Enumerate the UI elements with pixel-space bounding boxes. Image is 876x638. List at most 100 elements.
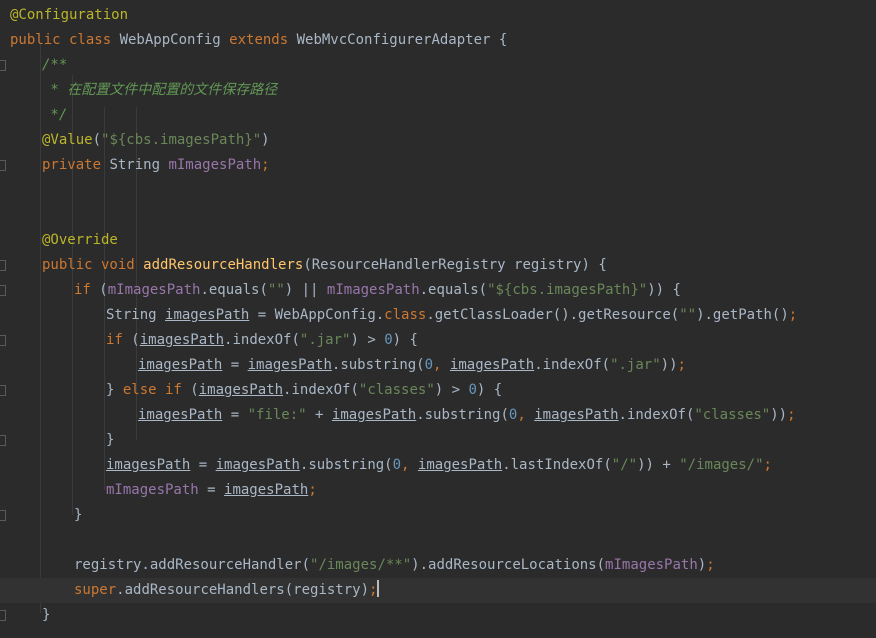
fold-marker-icon[interactable]	[0, 510, 6, 521]
code-line[interactable]: }	[0, 603, 876, 628]
code-token: ,	[401, 457, 418, 473]
fold-marker-icon[interactable]	[0, 60, 6, 71]
code-token: @Configuration	[10, 7, 129, 23]
fold-marker-icon[interactable]	[0, 435, 6, 446]
code-token: .indexOf(	[618, 407, 695, 423]
fold-marker-icon[interactable]	[0, 610, 6, 621]
code-token: (ResourceHandlerRegistry registry) {	[303, 257, 607, 273]
code-token: WebMvcConfigurerAdapter {	[296, 32, 508, 48]
code-line[interactable]: public void addResourceHandlers(Resource…	[0, 253, 876, 278]
code-token: super	[74, 582, 117, 598]
code-token: .substring(	[299, 457, 393, 473]
code-line[interactable]: } else if (imagesPath.indexOf("classes")…	[0, 378, 876, 403]
code-token: ))	[660, 357, 678, 373]
code-token: class	[384, 307, 427, 323]
code-token: @Override	[42, 232, 118, 248]
code-token: ).getPath()	[696, 307, 789, 323]
code-token: "/images/"	[679, 457, 764, 473]
code-line[interactable]: * 在配置文件中配置的文件保存路径	[0, 78, 876, 103]
code-token: ))	[770, 407, 788, 423]
code-token: .equals(	[200, 282, 268, 298]
fold-marker-icon[interactable]	[0, 385, 6, 396]
code-line[interactable]	[0, 178, 876, 203]
code-token: imagesPath	[224, 482, 309, 498]
code-line[interactable]: }	[0, 428, 876, 453]
code-token: WebAppConfig	[119, 32, 230, 48]
code-token: )	[697, 557, 707, 573]
code-line[interactable]: mImagesPath = imagesPath;	[0, 478, 876, 503]
code-token: extends	[229, 32, 297, 48]
code-token: "classes"	[694, 407, 771, 423]
code-line[interactable]: String imagesPath = WebAppConfig.class.g…	[0, 303, 876, 328]
code-token: .substring(	[416, 407, 509, 423]
code-token: "file:"	[247, 407, 307, 423]
code-line[interactable]: @Value("${cbs.imagesPath}")	[0, 128, 876, 153]
code-token: .addResourceHandlers(registry)	[116, 582, 370, 598]
code-token: imagesPath	[417, 457, 503, 473]
code-token: }	[106, 382, 123, 398]
code-token: ) {	[392, 332, 418, 348]
code-token: (	[99, 282, 108, 298]
code-token: 0	[424, 357, 434, 373]
code-line[interactable]: if (imagesPath.indexOf(".jar") > 0) {	[0, 328, 876, 353]
code-token: =	[222, 407, 248, 423]
code-token: * 在配置文件中配置的文件保存路径	[42, 82, 278, 98]
code-line[interactable]	[0, 528, 876, 553]
code-token: ) {	[476, 382, 503, 398]
code-token: mImagesPath	[106, 482, 199, 498]
code-token: ".jar"	[610, 357, 661, 373]
code-token: .indexOf(	[283, 382, 359, 398]
code-token: imagesPath	[139, 332, 225, 348]
code-token: if	[74, 282, 100, 298]
code-token: =	[190, 457, 216, 473]
code-line[interactable]: registry.addResourceHandler("/images/**"…	[0, 553, 876, 578]
code-token: imagesPath	[138, 407, 223, 423]
code-token: addResourceHandlers	[143, 257, 304, 273]
code-token: ;	[763, 457, 772, 473]
code-token: /**	[42, 57, 68, 73]
code-line[interactable]: if (mImagesPath.equals("") || mImagesPat…	[0, 278, 876, 303]
code-token: ;	[677, 357, 686, 373]
code-token: private	[42, 157, 110, 173]
code-line[interactable]: private String mImagesPath;	[0, 153, 876, 178]
code-token: "/"	[611, 457, 638, 473]
code-line[interactable]: super.addResourceHandlers(registry);	[0, 578, 876, 603]
code-token: String	[106, 307, 166, 323]
code-token: public void	[42, 257, 144, 273]
code-token: }	[42, 607, 51, 623]
code-line[interactable]: imagesPath = "file:" + imagesPath .substr…	[0, 403, 876, 428]
code-token: ""	[679, 307, 697, 323]
code-token: = WebAppConfig.	[249, 307, 385, 323]
code-token: "/images/**"	[310, 557, 412, 573]
code-line[interactable]: @Override	[0, 228, 876, 253]
code-line[interactable]: @Configuration	[0, 3, 876, 28]
code-line[interactable]: imagesPath = imagesPath.substring(0, ima…	[0, 453, 876, 478]
code-token: mImagesPath	[168, 157, 262, 173]
code-token: )	[261, 132, 270, 148]
code-token: .indexOf(	[534, 357, 611, 373]
fold-marker-icon[interactable]	[0, 335, 6, 346]
fold-marker-icon[interactable]	[0, 160, 6, 171]
code-line[interactable]: public class WebAppConfig extends WebMvc…	[0, 28, 876, 53]
code-token: imagesPath	[138, 357, 223, 373]
code-line[interactable]: */	[0, 103, 876, 128]
code-token: .equals(	[419, 282, 488, 298]
fold-marker-icon[interactable]	[0, 285, 6, 296]
code-token: .getClassLoader().getResource(	[426, 307, 680, 323]
code-token: imagesPath	[534, 407, 619, 423]
code-line[interactable]: imagesPath = imagesPath.substring(0, ima…	[0, 353, 876, 378]
code-editor[interactable]: @Configuration public class WebAppConfig …	[0, 0, 876, 638]
code-token: +	[306, 407, 332, 423]
code-line[interactable]	[0, 203, 876, 228]
code-token: ) >	[350, 332, 385, 348]
code-token: (	[92, 132, 102, 148]
code-token: 0	[392, 457, 402, 473]
code-token: ;	[369, 582, 378, 598]
code-token: ;	[261, 157, 270, 173]
code-token: ) >	[434, 382, 469, 398]
code-token: ) ||	[284, 282, 327, 298]
code-token: public class	[10, 32, 120, 48]
fold-marker-icon[interactable]	[0, 260, 6, 271]
code-line[interactable]: }	[0, 503, 876, 528]
code-line[interactable]: /**	[0, 53, 876, 78]
